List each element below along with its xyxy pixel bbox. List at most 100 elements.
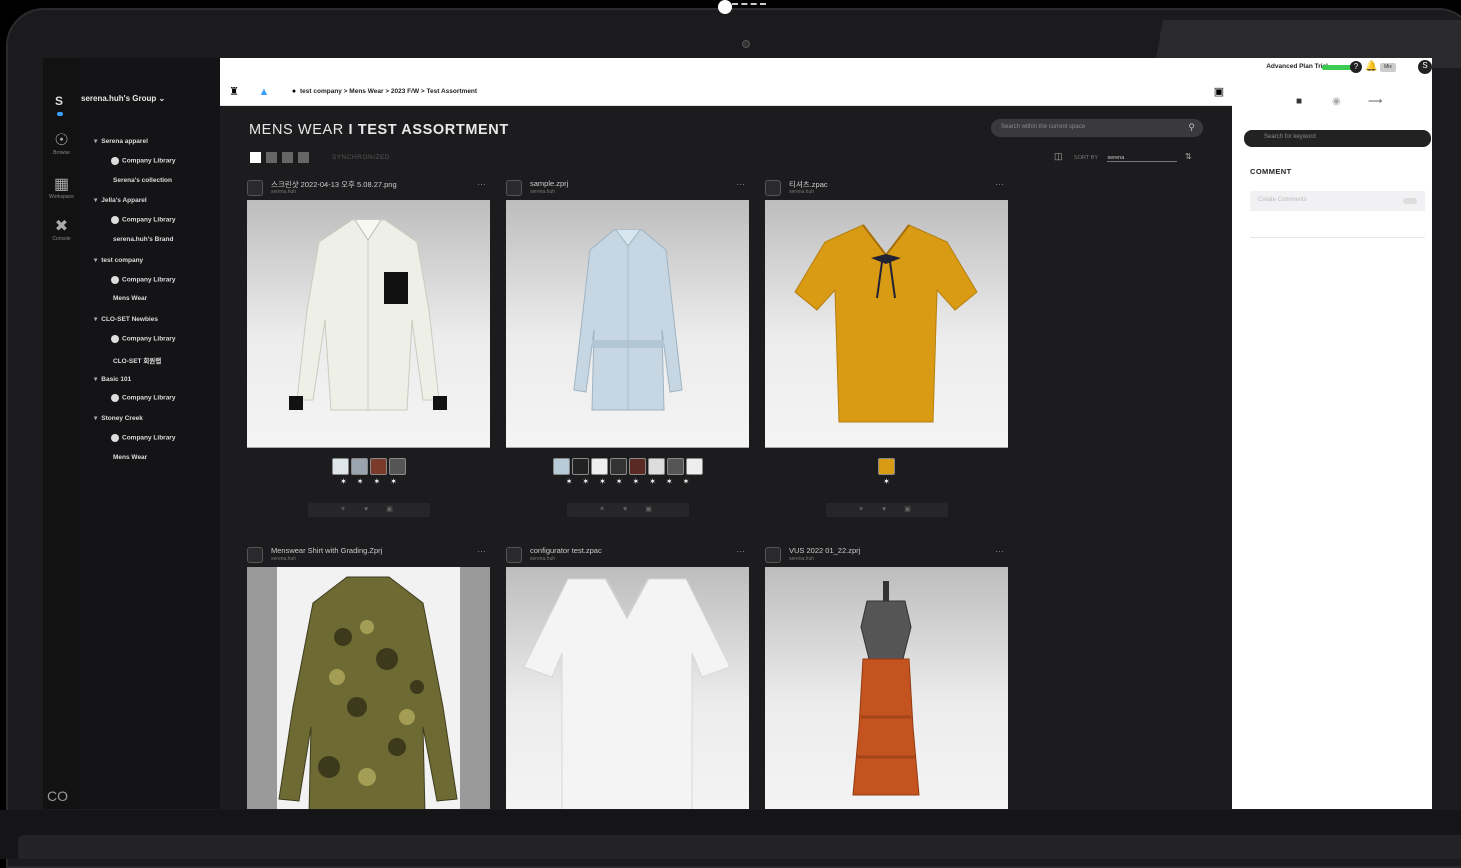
- more-icon[interactable]: …: [995, 177, 1004, 187]
- layers-icon[interactable]: ■: [1296, 96, 1302, 107]
- more-icon[interactable]: …: [736, 544, 745, 554]
- tree-item[interactable]: ▾ Serena apparel: [94, 137, 148, 145]
- lock-icon[interactable]: ▣: [645, 506, 670, 513]
- view-grid-icon[interactable]: [266, 152, 277, 163]
- caret-icon[interactable]: ▾: [94, 316, 97, 323]
- more-icon[interactable]: …: [477, 544, 486, 554]
- view-grid-large-icon[interactable]: [282, 152, 293, 163]
- colorway-swatch[interactable]: [628, 458, 646, 475]
- mix-badge[interactable]: Mix: [1380, 63, 1396, 72]
- tree-item[interactable]: Serena's collection: [113, 177, 172, 184]
- select-checkbox[interactable]: [765, 547, 781, 563]
- bell-icon[interactable]: 🔔: [1365, 61, 1377, 73]
- tree-item[interactable]: ▾ Stoney Creek: [94, 414, 143, 422]
- asset-card[interactable]: configurator test.zpac serena.huh …: [506, 544, 749, 809]
- colorway-swatch[interactable]: [369, 458, 387, 475]
- tree-item[interactable]: Mens Wear: [113, 454, 147, 461]
- drop-icon[interactable]: ▲: [258, 86, 270, 98]
- caret-icon[interactable]: ▾: [94, 415, 97, 422]
- asset-card[interactable]: 스크린샷 2022-04-13 오후 5.08.27.png serena.hu…: [247, 177, 490, 517]
- tree-item[interactable]: ▾ Basic 101: [94, 375, 131, 383]
- asset-card[interactable]: 티셔츠.zpac serena.huh … ✶ ✶♥▣: [765, 177, 1008, 517]
- colorway-swatch[interactable]: [609, 458, 627, 475]
- rail-workspace[interactable]: ▦ Workspace: [43, 176, 80, 200]
- search-icon[interactable]: ⚲: [1188, 122, 1195, 133]
- tree-item[interactable]: serena.huh's Brand: [113, 236, 173, 243]
- bottom-logo[interactable]: CO: [47, 788, 68, 804]
- more-icon[interactable]: …: [995, 544, 1004, 554]
- avatar[interactable]: S: [1418, 60, 1432, 74]
- create-comment-field[interactable]: Create Comments: [1250, 191, 1425, 211]
- select-checkbox[interactable]: [506, 180, 522, 196]
- tree-item[interactable]: CLO-SET 회원랩: [113, 355, 161, 365]
- caret-icon[interactable]: ▾: [94, 197, 97, 204]
- panel-toggle-icon[interactable]: ▣: [1213, 86, 1225, 98]
- colorway-swatch[interactable]: [331, 458, 349, 475]
- share-icon[interactable]: ⟶: [1368, 96, 1382, 107]
- tree-item[interactable]: ▾ Jella's Apparel: [94, 196, 147, 204]
- tree-item-library[interactable]: Company Library: [111, 275, 175, 284]
- tree-item[interactable]: Mens Wear: [113, 295, 147, 302]
- palette-icon[interactable]: ◉: [1332, 96, 1341, 107]
- asset-thumbnail[interactable]: [506, 200, 749, 448]
- like-icon[interactable]: ♥: [364, 506, 386, 513]
- filter-icon[interactable]: ◫: [1054, 151, 1063, 161]
- rail-browse[interactable]: ☉ Browse: [43, 132, 80, 156]
- caret-icon[interactable]: ▾: [94, 376, 97, 383]
- help-icon[interactable]: ?: [1350, 61, 1362, 73]
- colorway-swatch[interactable]: [666, 458, 684, 475]
- colorway-swatch[interactable]: [388, 458, 406, 475]
- pin-icon[interactable]: ✶: [599, 506, 623, 513]
- asset-name[interactable]: sample.zprj: [530, 179, 568, 188]
- asset-card[interactable]: Menswear Shirt with Grading.Zprj serena.…: [247, 544, 490, 809]
- asset-thumbnail[interactable]: [765, 567, 1008, 809]
- asset-thumbnail[interactable]: [247, 200, 490, 448]
- select-checkbox[interactable]: [765, 180, 781, 196]
- tree-item-library[interactable]: Company Library: [111, 335, 175, 343]
- asset-name[interactable]: Menswear Shirt with Grading.Zprj: [271, 546, 382, 555]
- colorway-swatch[interactable]: [685, 458, 703, 475]
- more-icon[interactable]: …: [477, 177, 486, 187]
- pin-icon[interactable]: ✶: [858, 506, 882, 513]
- colorway-swatch[interactable]: [878, 458, 895, 475]
- select-checkbox[interactable]: [506, 547, 522, 563]
- asset-thumbnail[interactable]: [765, 200, 1008, 448]
- tree-item[interactable]: ▾ test company: [94, 256, 143, 264]
- like-icon[interactable]: ♥: [882, 506, 904, 513]
- tree-item-library[interactable]: Company Library: [111, 156, 175, 165]
- workspace-initial[interactable]: S: [55, 94, 63, 108]
- view-single-icon[interactable]: [250, 152, 261, 163]
- send-toggle[interactable]: [1403, 198, 1417, 204]
- asset-thumbnail[interactable]: [506, 567, 749, 809]
- like-icon[interactable]: ♥: [623, 506, 645, 513]
- breadcrumb[interactable]: test company > Mens Wear > 2023 F/W > Te…: [300, 88, 477, 95]
- asset-name[interactable]: VUS 2022 01_22.zprj: [789, 546, 860, 555]
- group-selector[interactable]: serena.huh's Group ⌄: [80, 94, 220, 103]
- asset-card[interactable]: VUS 2022 01_22.zprj serena.huh …: [765, 544, 1008, 809]
- tree-item-library[interactable]: Company Library: [111, 394, 175, 403]
- more-icon[interactable]: …: [736, 177, 745, 187]
- search-input[interactable]: Search within the current space ⚲: [991, 119, 1203, 137]
- view-list-icon[interactable]: [298, 152, 309, 163]
- colorway-swatch[interactable]: [350, 458, 368, 475]
- caret-icon[interactable]: ▾: [94, 138, 97, 145]
- asset-card[interactable]: sample.zprj serena.huh … ✶✶✶✶✶✶✶✶ ✶♥▣: [506, 177, 749, 517]
- tree-item-library[interactable]: Company Library: [111, 434, 175, 442]
- lock-icon[interactable]: ▣: [904, 506, 929, 513]
- colorway-swatch[interactable]: [552, 458, 570, 475]
- asset-thumbnail[interactable]: [247, 567, 490, 809]
- pin-icon[interactable]: ✶: [340, 506, 364, 513]
- plan-label[interactable]: Advanced Plan Trial: [1266, 63, 1328, 70]
- sort-select[interactable]: serena: [1107, 155, 1178, 162]
- colorway-swatch[interactable]: [571, 458, 589, 475]
- select-checkbox[interactable]: [247, 547, 263, 563]
- colorway-swatch[interactable]: [647, 458, 665, 475]
- home-icon[interactable]: ♜: [228, 86, 240, 98]
- sort-order-icon[interactable]: ⇅: [1185, 152, 1192, 161]
- tree-item-library[interactable]: Company Library: [111, 216, 175, 225]
- caret-icon[interactable]: ▾: [94, 257, 97, 264]
- select-checkbox[interactable]: [247, 180, 263, 196]
- keyword-search-input[interactable]: Search for keyword: [1244, 130, 1431, 147]
- tree-item[interactable]: ▾ CLO-SET Newbies: [94, 315, 158, 323]
- colorway-swatch[interactable]: [590, 458, 608, 475]
